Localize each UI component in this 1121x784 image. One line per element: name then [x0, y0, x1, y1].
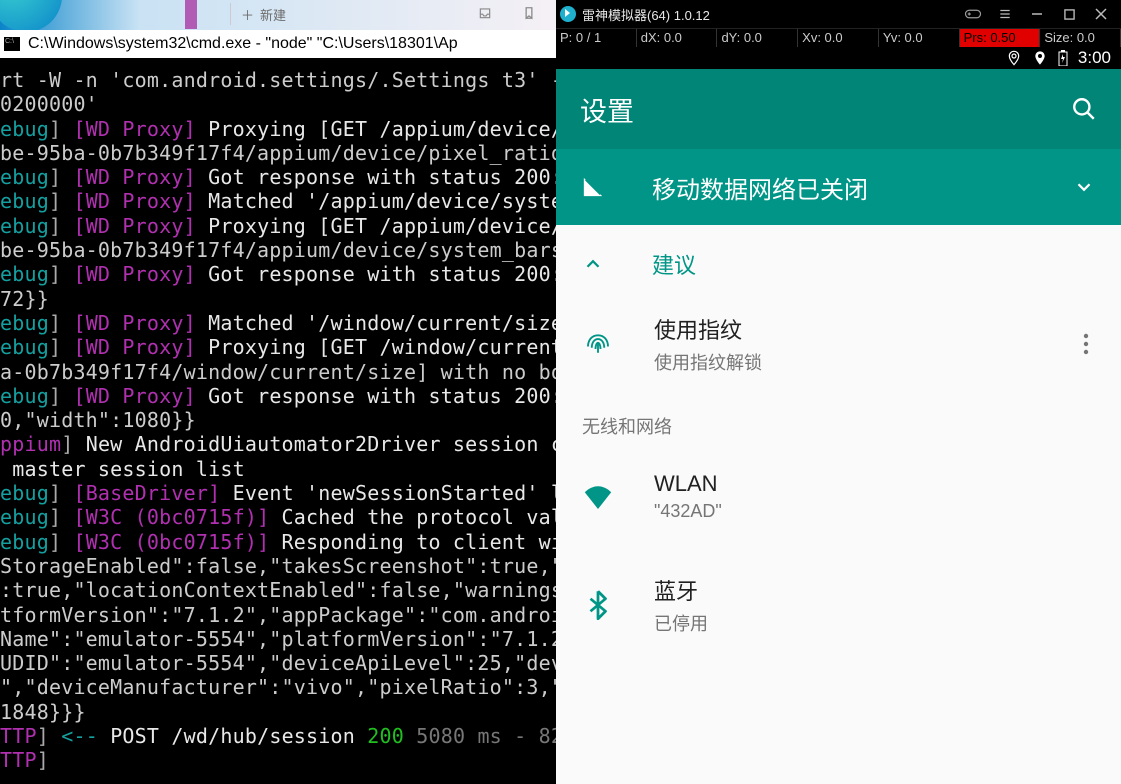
mobile-banner-text: 移动数据网络已关闭: [652, 170, 1025, 205]
plus-icon: ＋: [241, 5, 254, 24]
terminal-output[interactable]: rt -W -n 'com.android.settings/.Settings…: [0, 58, 556, 784]
debug-size: Size: 0.0: [1040, 29, 1121, 47]
battery-icon: [1058, 50, 1068, 66]
emulator-title-text: 雷神模拟器(64) 1.0.12: [582, 5, 710, 24]
tray-icon[interactable]: [478, 6, 492, 20]
settings-body[interactable]: 建议 使用指纹 使用指纹解锁 无线和网络 WLAN "432A: [556, 225, 1121, 784]
more-icon[interactable]: [1083, 333, 1095, 355]
close-button[interactable]: [1085, 2, 1117, 26]
mobile-data-banner[interactable]: 移动数据网络已关闭: [556, 149, 1121, 225]
cmd-title-text: C:\Windows\system32\cmd.exe - "node" "C:…: [28, 35, 458, 53]
settings-header: 设置: [556, 69, 1121, 149]
bluetooth-item[interactable]: 蓝牙 已停用: [556, 548, 1121, 662]
new-button[interactable]: ＋ 新建: [230, 3, 286, 25]
status-clock: 3:00: [1078, 48, 1111, 68]
background-browser-strip: ＋ 新建: [0, 0, 556, 30]
cmd-icon: [4, 37, 20, 51]
fingerprint-subtitle: 使用指纹解锁: [654, 349, 762, 375]
edge-logo-icon: [0, 0, 62, 32]
fingerprint-title: 使用指纹: [654, 313, 762, 345]
debug-prs: Prs: 0.50: [960, 29, 1041, 47]
emulator-logo-icon: [560, 6, 576, 22]
chevron-down-icon: [1073, 176, 1095, 198]
bluetooth-subtitle: 已停用: [654, 610, 708, 636]
wlan-item[interactable]: WLAN "432AD": [556, 445, 1121, 548]
location-outline-icon: [1006, 50, 1022, 66]
wifi-icon: [582, 485, 614, 509]
fingerprint-icon: [582, 329, 614, 359]
search-icon[interactable]: [1071, 96, 1097, 122]
decor-stripe: [185, 0, 197, 29]
wlan-subtitle: "432AD": [654, 501, 722, 522]
suggestions-label: 建议: [652, 248, 696, 280]
debug-yv: Yv: 0.0: [879, 29, 960, 47]
maximize-button[interactable]: [1053, 2, 1085, 26]
signal-off-icon: [582, 176, 604, 198]
debug-p: P: 0 / 1: [556, 29, 637, 47]
bluetooth-title: 蓝牙: [654, 574, 708, 606]
emulator-debug-bar: P: 0 / 1 dX: 0.0 dY: 0.0 Xv: 0.0 Yv: 0.0…: [556, 28, 1121, 47]
android-status-bar: 3:00: [556, 47, 1121, 69]
location-icon: [1032, 50, 1048, 66]
chevron-up-icon: [582, 253, 604, 275]
debug-xv: Xv: 0.0: [798, 29, 879, 47]
gamepad-icon[interactable]: [957, 2, 989, 26]
emulator-window: 雷神模拟器(64) 1.0.12 P: 0 / 1 dX: 0.0 dY: 0.…: [556, 0, 1121, 784]
debug-dx: dX: 0.0: [637, 29, 718, 47]
suggestions-header[interactable]: 建议: [556, 225, 1121, 303]
settings-title: 设置: [580, 90, 634, 129]
cmd-titlebar[interactable]: C:\Windows\system32\cmd.exe - "node" "C:…: [0, 30, 556, 58]
toolbar-mini-icons: [478, 6, 536, 20]
debug-dy: dY: 0.0: [717, 29, 798, 47]
bookmark-icon[interactable]: [522, 6, 536, 20]
wlan-title: WLAN: [654, 471, 722, 497]
emulator-titlebar[interactable]: 雷神模拟器(64) 1.0.12: [556, 0, 1121, 28]
fingerprint-suggestion[interactable]: 使用指纹 使用指纹解锁: [556, 303, 1121, 393]
new-button-label: 新建: [260, 5, 286, 24]
menu-icon[interactable]: [989, 2, 1021, 26]
minimize-button[interactable]: [1021, 2, 1053, 26]
wireless-section-label: 无线和网络: [556, 393, 1121, 445]
bluetooth-icon: [582, 590, 614, 620]
